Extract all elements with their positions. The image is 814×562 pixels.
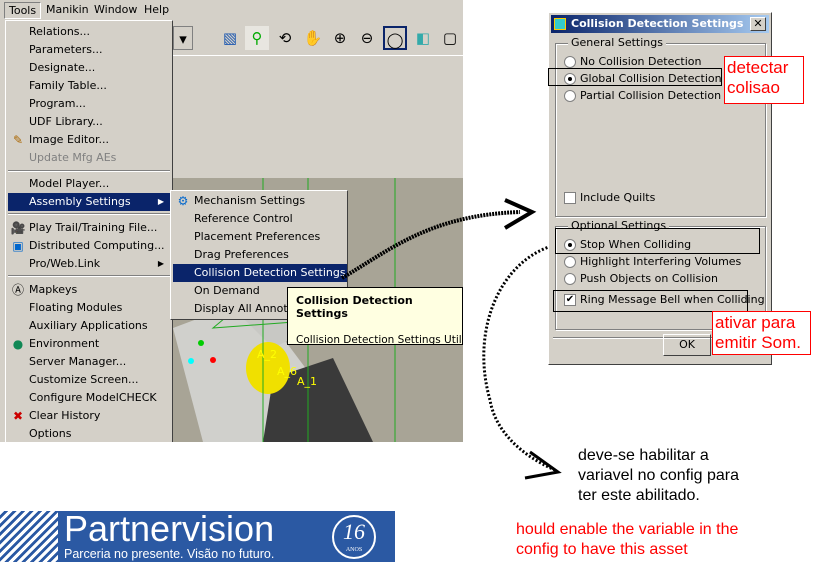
option-label: Push Objects on Collision: [580, 272, 718, 285]
anniversary-badge: 16 ANOS: [332, 515, 376, 559]
logo-mark: [0, 511, 58, 562]
option-label: Include Quilts: [580, 191, 656, 204]
annotation-sound: ativar para emitir Som.: [712, 311, 811, 355]
option-label: Partial Collision Detection: [580, 89, 722, 102]
logo-name: Partnervision: [64, 508, 275, 549]
radio-button[interactable]: [564, 256, 576, 268]
note-line: deve-se habilitar a: [578, 447, 709, 464]
badge-sub: ANOS: [345, 547, 363, 553]
highlight-box: [548, 68, 722, 86]
radio-button[interactable]: [564, 56, 576, 68]
option-label: Highlight Interfering Volumes: [580, 255, 742, 268]
annotation-line: ativar para: [715, 313, 796, 332]
note-english: hould enable the variable in the config t…: [516, 520, 738, 560]
annotation-line: emitir Som.: [715, 333, 801, 352]
badge-number: 16: [343, 519, 365, 544]
arrow-to-dialog: [340, 210, 521, 280]
ok-button[interactable]: OK: [663, 334, 711, 356]
note-line: ter este abilitado.: [578, 487, 700, 504]
annotation-line: detectar: [727, 58, 789, 77]
dialog-app-icon: [554, 18, 566, 30]
radio-partial-collision[interactable]: Partial Collision Detection: [564, 88, 721, 104]
highlight-box: [553, 290, 748, 312]
annotation-detect: detectar colisao: [724, 56, 804, 104]
radio-button[interactable]: [564, 90, 576, 102]
dialog-title: Collision Detection Settings: [571, 17, 744, 30]
note-line: hould enable the variable in the: [516, 521, 739, 538]
option-label: No Collision Detection: [580, 55, 702, 68]
annotation-line: colisao: [727, 78, 780, 97]
note-portuguese: deve-se habilitar a variavel no config pa…: [578, 446, 739, 506]
close-icon[interactable]: ✕: [750, 17, 766, 31]
group-label: General Settings: [568, 36, 666, 49]
logo-tagline: Parceria no presente. Visão no futuro.: [64, 547, 275, 561]
radio-highlight-volumes[interactable]: Highlight Interfering Volumes: [564, 254, 741, 270]
note-line: config to have this asset: [516, 541, 688, 558]
radio-button[interactable]: [564, 273, 576, 285]
partnervision-logo: Partnervision Parceria no presente. Visã…: [0, 508, 395, 562]
checkbox[interactable]: [564, 192, 576, 204]
checkbox-include-quilts[interactable]: Include Quilts: [564, 190, 655, 206]
highlight-box: [555, 228, 760, 254]
arrow-to-note: [482, 243, 556, 472]
note-line: variavel no config para: [578, 467, 739, 484]
radio-push-objects[interactable]: Push Objects on Collision: [564, 271, 718, 287]
dialog-title-bar: Collision Detection Settings ✕: [551, 15, 769, 33]
